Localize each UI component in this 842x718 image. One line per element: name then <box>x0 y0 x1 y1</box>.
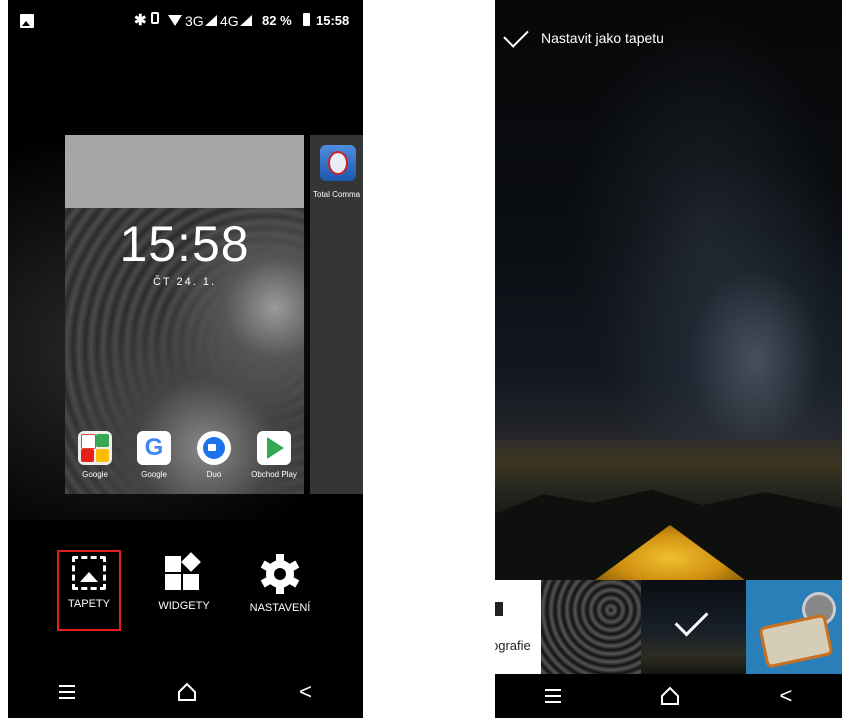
next-screen-preview[interactable]: Total Comma <box>310 135 363 494</box>
left-phone-screen: ✱ 3G 4G 82 % 15:58 15:58 ČT 24. 1. Googl… <box>8 0 363 718</box>
recents-menu-icon[interactable] <box>544 689 561 703</box>
preview-dock: Google G Google Duo Obchod Play <box>65 431 304 489</box>
battery-icon <box>303 13 310 26</box>
status-bar: ✱ 3G 4G 82 % 15:58 <box>8 0 363 44</box>
signal-icon <box>240 15 252 26</box>
total-commander-icon <box>320 145 356 181</box>
thumbnail-night-sky-selected[interactable] <box>641 580 746 674</box>
recents-menu-icon[interactable] <box>59 685 76 699</box>
dock-item-duo: Duo <box>185 431 243 479</box>
play-store-icon <box>257 431 291 465</box>
network-4g-label: 4G <box>220 13 239 29</box>
home-screen-preview[interactable]: 15:58 ČT 24. 1. Google G Google Duo Obch… <box>65 135 304 494</box>
settings-gear-icon <box>260 554 300 594</box>
thumbnail-photos[interactable]: ografie <box>495 580 541 674</box>
thumbnail-label: ografie <box>495 638 531 653</box>
dock-item-google-folder: Google <box>66 431 124 479</box>
thumbnail-camera[interactable] <box>746 580 842 674</box>
dock-item-play-store: Obchod Play <box>245 431 303 479</box>
set-as-wallpaper-button[interactable]: Nastavit jako tapetu <box>503 22 664 48</box>
selected-check-icon <box>674 602 709 637</box>
set-as-wallpaper-label: Nastavit jako tapetu <box>541 30 664 46</box>
image-notification-icon <box>20 14 34 28</box>
bluetooth-icon: ✱ <box>134 12 147 29</box>
dock-item-label: Duo <box>206 470 222 479</box>
duo-icon <box>197 431 231 465</box>
widgets-button[interactable]: WIDGETY <box>144 547 224 612</box>
preview-clock: 15:58 <box>119 216 250 272</box>
network-3g-label: 3G <box>185 13 204 29</box>
dock-item-label: Obchod Play <box>251 470 297 479</box>
back-icon[interactable]: < <box>779 685 792 707</box>
settings-button[interactable]: NASTAVENÍ <box>240 547 320 614</box>
navigation-bar: < <box>495 676 842 716</box>
thumbnail-watch[interactable] <box>541 580 641 674</box>
google-g-icon: G <box>137 431 171 465</box>
dock-item-google: G Google <box>125 431 183 479</box>
highlight-box <box>57 550 121 631</box>
preview-date: ČT 24. 1. <box>152 276 217 288</box>
dock-item-label: Google <box>141 470 167 479</box>
home-icon[interactable] <box>177 682 197 702</box>
preview-top-area <box>65 135 304 208</box>
back-icon[interactable]: < <box>299 681 312 703</box>
battery-percent: 82 % <box>262 13 292 28</box>
widgets-icon <box>165 552 203 592</box>
settings-label: NASTAVENÍ <box>249 602 311 614</box>
wifi-icon <box>168 15 182 26</box>
signal-icon <box>205 15 217 26</box>
status-clock: 15:58 <box>316 13 350 28</box>
camera-body <box>758 613 834 669</box>
wallpaper-thumbnails: ografie <box>495 580 842 674</box>
photos-icon <box>495 602 503 616</box>
widgets-label: WIDGETY <box>158 600 210 612</box>
app-label: Total Comma <box>313 190 361 199</box>
vibrate-icon <box>151 12 159 24</box>
home-icon[interactable] <box>660 686 680 706</box>
navigation-bar: < <box>8 672 363 712</box>
dock-item-label: Google <box>82 470 108 479</box>
right-phone-screen: Nastavit jako tapetu ografie < <box>495 0 842 718</box>
google-folder-icon <box>78 431 112 465</box>
